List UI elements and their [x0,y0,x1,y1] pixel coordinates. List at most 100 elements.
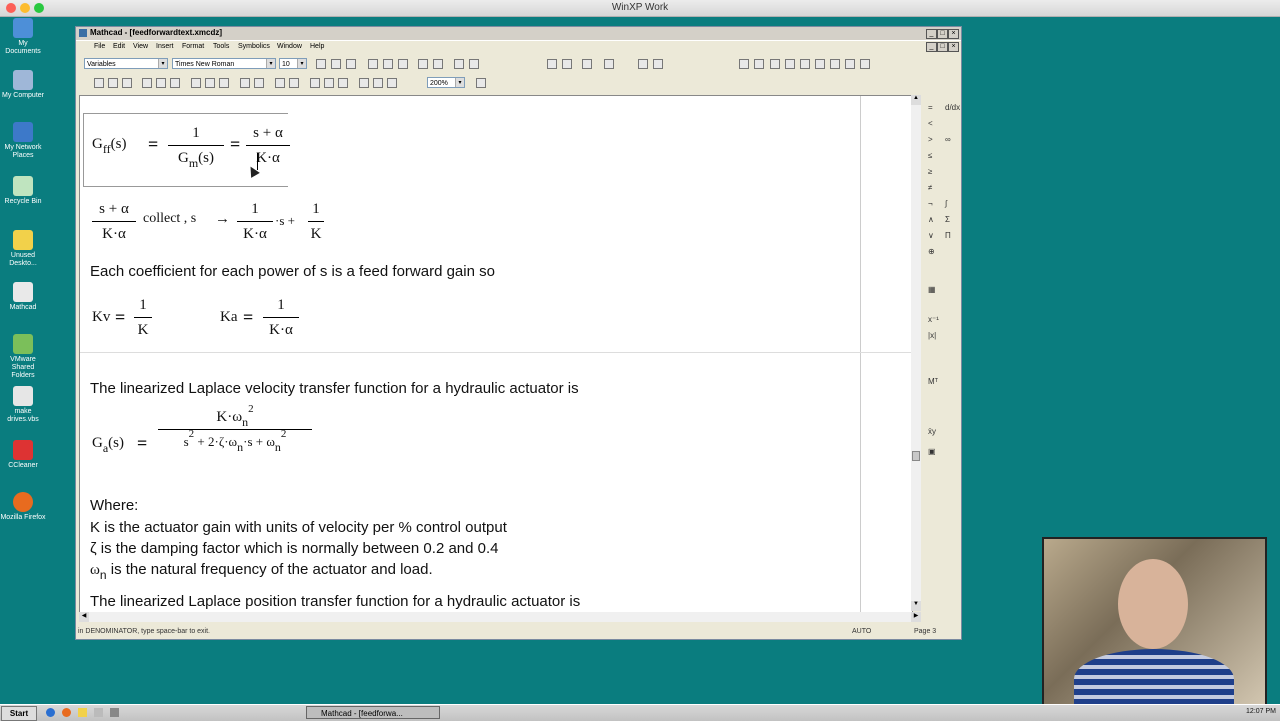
print-icon[interactable] [142,78,152,88]
bold-icon[interactable] [316,59,326,69]
doc-close-button[interactable]: × [948,42,959,52]
infinity-icon[interactable]: ∞ [945,135,951,144]
menu-file[interactable]: File [94,43,105,50]
calculate-icon[interactable] [338,78,348,88]
record-icon[interactable] [604,59,614,69]
boolean-equal-icon[interactable]: = [928,103,933,112]
taskbar-item-mathcad[interactable]: Mathcad - [feedforwa... [306,706,440,719]
italic-icon[interactable] [331,59,341,69]
calculator-toolbar-icon[interactable] [739,59,749,69]
summation-icon[interactable]: Σ [945,215,950,224]
menu-help[interactable]: Help [310,43,324,50]
insert-picture-icon[interactable] [359,78,369,88]
window-titlebar[interactable]: Mathcad - [feedforwardtext.xmcdz] _ □ × [76,27,961,41]
save-icon[interactable] [122,78,132,88]
scroll-up-arrow[interactable]: ▲ [911,95,921,105]
quicklaunch-folder-icon[interactable] [78,708,87,717]
worksheet[interactable]: Gff(s) = 1 Gm(s) = s + α K·α s + α K·α c… [79,95,913,613]
close-button[interactable]: × [948,29,959,39]
determinant-icon[interactable]: |x| [928,331,936,340]
font-combo[interactable]: Times New Roman ▾ [172,58,276,69]
minimize-button[interactable]: _ [926,29,937,39]
menu-format[interactable]: Format [182,43,204,50]
align-left-icon[interactable] [368,59,378,69]
vertical-scrollbar[interactable]: ▲ ▼ [911,95,921,611]
position-tf-text[interactable]: The linearized Laplace position transfer… [90,593,580,610]
greater-equal-icon[interactable]: ≥ [928,167,932,176]
desktop-icon-my-computer[interactable]: My Computer [0,70,46,100]
collect-input-fraction[interactable]: s + α K·α [92,201,136,243]
align-right-icon[interactable] [398,59,408,69]
align-center-icon[interactable] [383,59,393,69]
desktop-icon-firefox[interactable]: Mozilla Firefox [0,492,46,522]
greek-toolbar-icon[interactable] [845,59,855,69]
inverse-icon[interactable]: x⁻¹ [928,315,939,324]
menu-view[interactable]: View [133,43,148,50]
matrix-icon[interactable]: ▦ [928,285,936,294]
doc-minimize-button[interactable]: _ [926,42,937,52]
superscript-icon[interactable] [454,59,464,69]
less-than-icon[interactable]: < [928,119,933,128]
greater-than-icon[interactable]: > [928,135,933,144]
cross-product-icon[interactable]: x̄y [928,427,936,436]
product-icon[interactable]: Π [945,231,951,240]
align-down-icon[interactable] [289,78,299,88]
definition-zeta[interactable]: ζ is the damping factor which is normall… [90,540,499,557]
graph-toolbar-icon[interactable] [754,59,764,69]
matrix-toolbar-icon[interactable] [770,59,780,69]
scroll-thumb[interactable] [912,451,920,461]
start-button[interactable]: Start [1,706,37,721]
not-icon[interactable]: ¬ [928,199,933,208]
style-combo[interactable]: Variables ▾ [84,58,168,69]
menu-symbolics[interactable]: Symbolics [238,43,270,50]
quicklaunch-tool-icon[interactable] [110,708,119,717]
not-equal-icon[interactable]: ≠ [928,183,932,192]
derivative-icon[interactable]: d/dx [945,103,960,112]
scroll-left-arrow[interactable]: ◀ [79,612,89,622]
align-across-icon[interactable] [275,78,285,88]
desktop-icon-unused[interactable]: Unused Deskto... [0,230,46,268]
symbolic-toolbar-icon[interactable] [860,59,870,69]
desktop-icon-vmware[interactable]: VMware Shared Folders [0,334,46,380]
scroll-right-arrow[interactable]: ▶ [911,612,921,622]
help-icon[interactable] [476,78,486,88]
subscript-icon[interactable] [469,59,479,69]
bullets-icon[interactable] [418,59,428,69]
undo-icon[interactable] [240,78,250,88]
menu-insert[interactable]: Insert [156,43,174,50]
copy-icon[interactable] [205,78,215,88]
numbering-icon[interactable] [433,59,443,69]
ga-fraction[interactable]: K·ωn2 s2 + 2·ζ·ωn·s + ωn2 [158,403,312,454]
new-file-icon[interactable] [94,78,104,88]
menu-window[interactable]: Window [277,43,302,50]
spell-check-icon[interactable] [170,78,180,88]
cut-icon[interactable] [191,78,201,88]
resource-center-icon[interactable] [387,78,397,88]
desktop-icon-my-documents[interactable]: My Documents [0,18,46,56]
play-icon[interactable] [547,59,557,69]
redo-icon[interactable] [254,78,264,88]
evaluation-toolbar-icon[interactable] [785,59,795,69]
doc-restore-button[interactable]: □ [937,42,948,52]
definition-omega[interactable]: ωn is the natural frequency of the actua… [90,561,433,582]
xor-icon[interactable]: ⊕ [928,247,935,256]
insert-component-icon[interactable] [373,78,383,88]
desktop-icon-recycle-bin[interactable]: Recycle Bin [0,176,46,206]
desktop-icon-make-drives[interactable]: make drives.vbs [0,386,46,424]
less-equal-icon[interactable]: ≤ [928,151,932,160]
scroll-down-arrow[interactable]: ▼ [911,601,921,611]
underline-icon[interactable] [346,59,356,69]
integral-icon[interactable]: ∫ [945,199,947,208]
or-icon[interactable]: ∨ [928,231,934,240]
desktop-icon-mathcad[interactable]: Mathcad [0,282,46,312]
where-label[interactable]: Where: [90,497,138,514]
quicklaunch-mathcad-icon[interactable] [94,708,103,717]
horizontal-scrollbar[interactable]: ◀ ▶ [79,612,921,622]
transpose-icon[interactable]: Mᵀ [928,377,938,386]
desktop-icon-network[interactable]: My Network Places [0,122,46,160]
desktop-icon-ccleaner[interactable]: CCleaner [0,440,46,470]
resource-icon[interactable] [653,59,663,69]
quicklaunch-ie-icon[interactable] [46,708,55,717]
stop-icon[interactable] [562,59,572,69]
print-preview-icon[interactable] [156,78,166,88]
